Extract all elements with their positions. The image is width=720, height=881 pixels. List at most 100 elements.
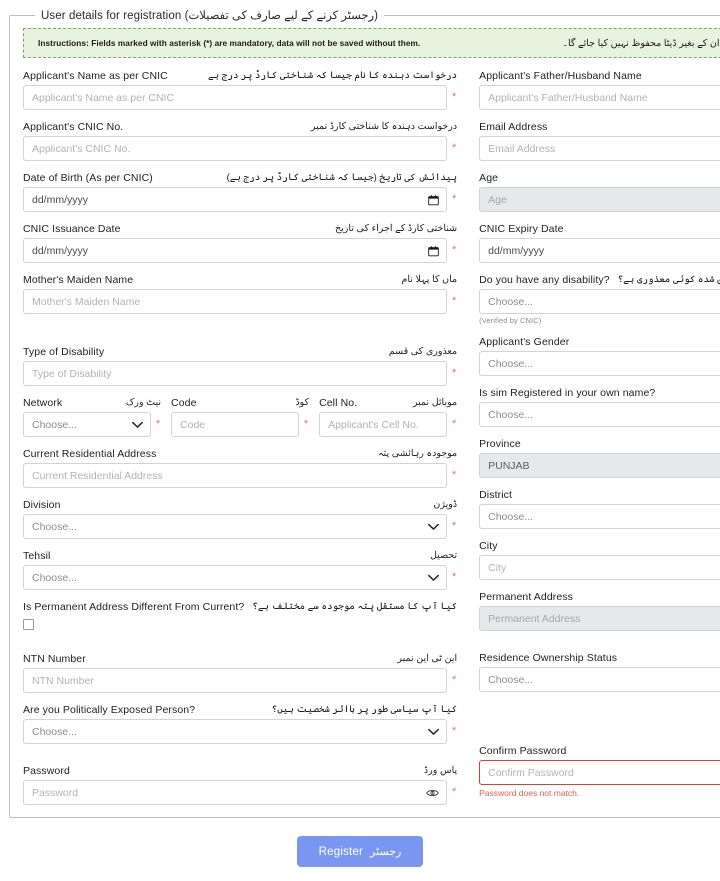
city-input[interactable]: City (479, 555, 720, 580)
label-row: Current Residential Address موجودہ رہائش… (23, 448, 457, 460)
label-row: Applicant's Gender درخواست دہندہ کی جنس (479, 336, 720, 348)
control-wrap: Choose... (479, 351, 720, 376)
control-wrap: Password (23, 780, 448, 805)
field-age: Age عمر Age * (479, 172, 720, 212)
control-wrap: Choose... (479, 289, 720, 314)
field-province: Province صوبہ PUNJAB * (479, 438, 720, 478)
disability-label-urdu: کیا آپ کے پاس شناختی کارڈ کے ذریعے تصدیق… (617, 274, 720, 286)
field-ntn-number: NTN Number این ٹی این نمبر NTN Number * (23, 653, 457, 693)
field-password: Password پاس ورڈ Password * (23, 765, 457, 805)
required-asterisk: * (451, 469, 457, 481)
calendar-icon[interactable] (428, 194, 439, 205)
current-address-input[interactable]: Current Residential Address (23, 463, 448, 488)
required-asterisk: * (303, 418, 309, 430)
label-row: Date of Birth (As per CNIC) پیدائش کی تا… (23, 172, 457, 184)
confirm-password-label: Confirm Password (479, 745, 567, 757)
form-grid: Applicant's Name as per CNIC درخواست دہن… (23, 70, 720, 816)
city-label: City (479, 540, 498, 552)
required-asterisk: * (451, 725, 457, 737)
code-label: Code (171, 397, 197, 409)
disability-select[interactable]: Choose... (479, 289, 720, 314)
cell-no-input[interactable]: Applicant's Cell No. (319, 412, 448, 437)
control-wrap: Choose... (23, 412, 152, 437)
label-row: Network نیٹ ورک (23, 397, 161, 409)
field-cnic-no: Applicant's CNIC No. درخواست دہندہ کا شن… (23, 121, 457, 161)
cnic-no-label: Applicant's CNIC No. (23, 121, 124, 133)
required-asterisk: * (451, 142, 457, 154)
ntn-input[interactable]: NTN Number (23, 668, 448, 693)
cnic-no-input[interactable]: Applicant's CNIC No. (23, 136, 448, 161)
control-row: Permanent Address * (479, 606, 720, 631)
required-asterisk: * (451, 367, 457, 379)
email-input[interactable]: Email Address (479, 136, 720, 161)
sim-registered-select[interactable]: Choose... (479, 402, 720, 427)
division-select[interactable]: Choose... (23, 514, 448, 539)
disability-label: Do you have any disability? (479, 274, 610, 286)
field-network-code-cell: Network نیٹ ورک Choose... * Code کوڈ Cod… (23, 397, 457, 437)
label-row: Age عمر (479, 172, 720, 184)
politically-exposed-select[interactable]: Choose... (23, 719, 448, 744)
field-applicant-gender: Applicant's Gender درخواست دہندہ کی جنس … (479, 336, 720, 376)
control-row: Confirm Password * (479, 760, 720, 785)
current-address-label: Current Residential Address (23, 448, 157, 460)
type-of-disability-input[interactable]: Type of Disability (23, 361, 448, 386)
control-row: Email Address * (479, 136, 720, 161)
ntn-label-urdu: این ٹی این نمبر (397, 653, 458, 665)
gender-select[interactable]: Choose... (479, 351, 720, 376)
control-wrap: Confirm Password (479, 760, 720, 785)
current-address-label-urdu: موجودہ رہائشی پتہ (378, 448, 458, 460)
dob-input[interactable]: dd/mm/yyyy (23, 187, 448, 212)
field-type-of-disability: Type of Disability معذوری کی قسم Type of… (23, 346, 457, 386)
register-button-label-ur: رجسٹر (370, 846, 402, 858)
control-row: Applicant's Name as per CNIC * (23, 85, 457, 110)
field-cnic-expiry-date: CNIC Expiry Date شناختی کارڈ کی میعاد خت… (479, 223, 720, 263)
tehsil-select[interactable]: Choose... (23, 565, 448, 590)
required-asterisk: * (155, 418, 161, 430)
control-row: Code * (171, 412, 309, 437)
division-label-urdu: ڈویژن (433, 499, 458, 511)
residence-ownership-select[interactable]: Choose... (479, 667, 720, 692)
control-wrap: dd/mm/yyyy (23, 187, 448, 212)
register-button[interactable]: Register رجسٹر (296, 836, 424, 867)
password-input[interactable]: Password (23, 780, 448, 805)
field-current-address: Current Residential Address موجودہ رہائش… (23, 448, 457, 488)
district-select[interactable]: Choose... (479, 504, 720, 529)
confirm-password-input[interactable]: Confirm Password (479, 760, 720, 785)
mother-maiden-input[interactable]: Mother's Maiden Name (23, 289, 448, 314)
calendar-icon[interactable] (428, 245, 439, 256)
cnic-issuance-input[interactable]: dd/mm/yyyy (23, 238, 448, 263)
cnic-expiry-input[interactable]: dd/mm/yyyy (479, 238, 720, 263)
control-row: Mother's Maiden Name * (23, 289, 457, 314)
control-wrap: Choose... (23, 514, 448, 539)
permanent-different-label-urdu: کیا آپ کا مستقل پتہ موجودہ سے مختلف ہے؟ (252, 601, 458, 613)
user-details-fieldset: User details for registration (رجسٹر کرن… (9, 8, 720, 818)
mother-maiden-label-urdu: ماں کا پہلا نام (401, 274, 458, 286)
control-wrap: Choose... (23, 565, 448, 590)
code-input[interactable]: Code (171, 412, 300, 437)
control-wrap: Mother's Maiden Name (23, 289, 448, 314)
cnic-no-label-urdu: درخواست دہندہ کا شناختی کارڈ نمبر (310, 121, 458, 133)
control-wrap: Choose... (479, 504, 720, 529)
father-name-input[interactable]: Applicant's Father/Husband Name (479, 85, 720, 110)
label-row: Email Address ای میل پتہ (479, 121, 720, 133)
control-wrap: Applicant's Father/Husband Name (479, 85, 720, 110)
control-wrap: Applicant's Name as per CNIC (23, 85, 448, 110)
eye-icon[interactable] (426, 788, 439, 798)
control-wrap: Applicant's CNIC No. (23, 136, 448, 161)
permanent-different-checkbox[interactable] (23, 619, 34, 630)
instructions-banner: Instructions: Fields marked with asteris… (23, 28, 720, 58)
field-district: District ضلع Choose... * (479, 489, 720, 529)
control-row: Password * (23, 780, 457, 805)
form-column-right: Applicant's Father/Husband Name درخواست … (479, 70, 720, 816)
control-wrap: Age (479, 187, 720, 212)
field-father-husband-name: Applicant's Father/Husband Name درخواست … (479, 70, 720, 110)
network-select[interactable]: Choose... (23, 412, 152, 437)
control-row: PUNJAB * (479, 453, 720, 478)
applicant-name-input[interactable]: Applicant's Name as per CNIC (23, 85, 448, 110)
label-row: Applicant's Father/Husband Name درخواست … (479, 70, 720, 82)
field-mother-maiden-name: Mother's Maiden Name ماں کا پہلا نام Mot… (23, 274, 457, 335)
age-label: Age (479, 172, 499, 184)
